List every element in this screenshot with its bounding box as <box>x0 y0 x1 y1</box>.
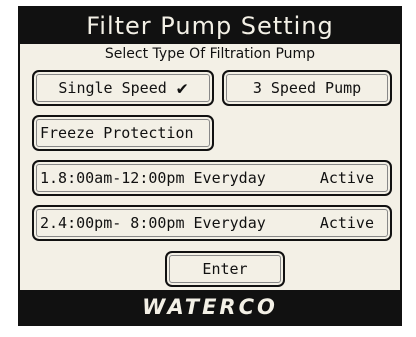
schedule-2-button[interactable]: 2.4:00pm- 8:00pm Everyday Active <box>32 205 392 241</box>
checkmark-icon: ✔ <box>176 77 188 99</box>
single-speed-button[interactable]: Single Speed ✔ <box>32 70 214 106</box>
freeze-protection-button[interactable]: Freeze Protection <box>32 115 214 151</box>
schedule-1-status: Active <box>319 169 374 187</box>
three-speed-label: 3 Speed Pump <box>252 79 362 97</box>
page-title: Filter Pump Setting <box>86 12 334 40</box>
freeze-protection-label: Freeze Protection <box>40 124 194 142</box>
single-speed-label: Single Speed <box>58 79 167 97</box>
schedule-2-status: Active <box>319 214 374 232</box>
schedule-1-button[interactable]: 1.8:00am-12:00pm Everyday Active <box>32 160 392 196</box>
title-bar: Filter Pump Setting <box>20 8 400 44</box>
enter-label: Enter <box>202 260 248 278</box>
schedule-2-time: 2.4:00pm- 8:00pm Everyday <box>40 214 266 232</box>
enter-button[interactable]: Enter <box>165 251 285 287</box>
pump-setting-screen: Filter Pump Setting Select Type Of Filtr… <box>18 6 402 326</box>
schedule-1-time: 1.8:00am-12:00pm Everyday <box>40 169 266 187</box>
pump-type-prompt: Select Type Of Filtration Pump <box>104 46 316 62</box>
footer-bar: WATERCO <box>20 290 400 324</box>
three-speed-pump-button[interactable]: 3 Speed Pump <box>222 70 392 106</box>
waterco-logo: WATERCO <box>142 295 278 319</box>
